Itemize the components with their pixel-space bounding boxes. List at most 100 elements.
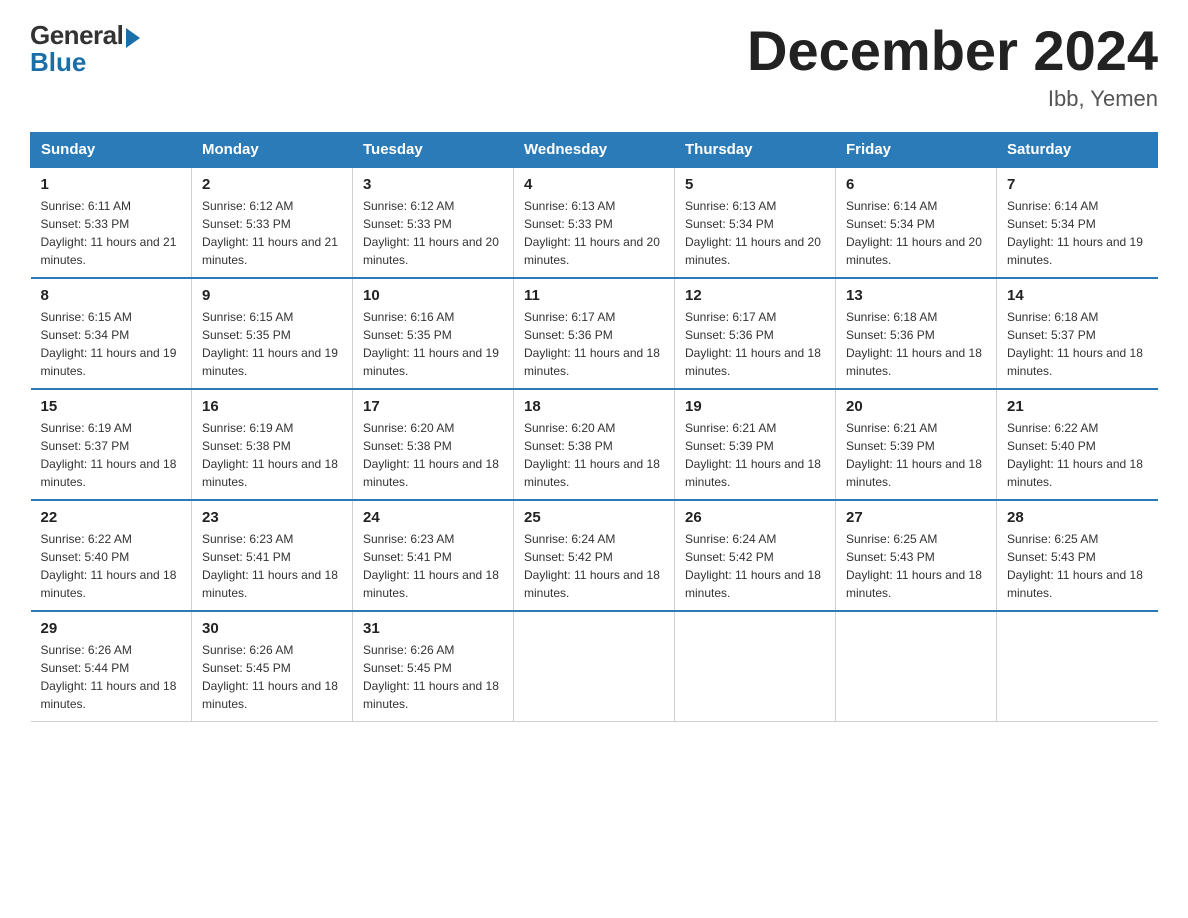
col-header-tuesday: Tuesday [353,132,514,167]
day-info: Sunrise: 6:24 AMSunset: 5:42 PMDaylight:… [685,532,821,600]
day-info: Sunrise: 6:19 AMSunset: 5:37 PMDaylight:… [41,421,177,489]
page-header: General Blue December 2024 Ibb, Yemen [30,20,1158,112]
day-info: Sunrise: 6:11 AMSunset: 5:33 PMDaylight:… [41,199,177,267]
day-number: 30 [202,620,342,637]
calendar-cell: 26 Sunrise: 6:24 AMSunset: 5:42 PMDaylig… [675,500,836,611]
calendar-cell [675,611,836,722]
day-number: 5 [685,176,825,193]
day-number: 7 [1007,176,1148,193]
calendar-subtitle: Ibb, Yemen [747,86,1158,112]
calendar-cell: 22 Sunrise: 6:22 AMSunset: 5:40 PMDaylig… [31,500,192,611]
day-info: Sunrise: 6:15 AMSunset: 5:34 PMDaylight:… [41,310,177,378]
day-number: 4 [524,176,664,193]
day-number: 31 [363,620,503,637]
day-info: Sunrise: 6:12 AMSunset: 5:33 PMDaylight:… [202,199,338,267]
day-info: Sunrise: 6:12 AMSunset: 5:33 PMDaylight:… [363,199,499,267]
day-number: 13 [846,287,986,304]
day-info: Sunrise: 6:19 AMSunset: 5:38 PMDaylight:… [202,421,338,489]
logo-blue-text: Blue [30,47,86,78]
col-header-sunday: Sunday [31,132,192,167]
calendar-cell [997,611,1158,722]
day-info: Sunrise: 6:22 AMSunset: 5:40 PMDaylight:… [1007,421,1143,489]
day-info: Sunrise: 6:25 AMSunset: 5:43 PMDaylight:… [1007,532,1143,600]
calendar-cell: 20 Sunrise: 6:21 AMSunset: 5:39 PMDaylig… [836,389,997,500]
calendar-cell: 23 Sunrise: 6:23 AMSunset: 5:41 PMDaylig… [192,500,353,611]
day-info: Sunrise: 6:21 AMSunset: 5:39 PMDaylight:… [685,421,821,489]
calendar-cell: 14 Sunrise: 6:18 AMSunset: 5:37 PMDaylig… [997,278,1158,389]
day-number: 17 [363,398,503,415]
day-info: Sunrise: 6:23 AMSunset: 5:41 PMDaylight:… [202,532,338,600]
day-info: Sunrise: 6:24 AMSunset: 5:42 PMDaylight:… [524,532,660,600]
calendar-cell: 13 Sunrise: 6:18 AMSunset: 5:36 PMDaylig… [836,278,997,389]
calendar-cell: 9 Sunrise: 6:15 AMSunset: 5:35 PMDayligh… [192,278,353,389]
logo: General Blue [30,20,140,78]
day-number: 18 [524,398,664,415]
calendar-cell: 19 Sunrise: 6:21 AMSunset: 5:39 PMDaylig… [675,389,836,500]
logo-arrow-icon [126,28,140,48]
calendar-cell [836,611,997,722]
calendar-cell: 2 Sunrise: 6:12 AMSunset: 5:33 PMDayligh… [192,167,353,278]
day-info: Sunrise: 6:18 AMSunset: 5:36 PMDaylight:… [846,310,982,378]
day-info: Sunrise: 6:17 AMSunset: 5:36 PMDaylight:… [685,310,821,378]
day-number: 25 [524,509,664,526]
day-number: 23 [202,509,342,526]
calendar-cell: 31 Sunrise: 6:26 AMSunset: 5:45 PMDaylig… [353,611,514,722]
calendar-cell: 16 Sunrise: 6:19 AMSunset: 5:38 PMDaylig… [192,389,353,500]
title-block: December 2024 Ibb, Yemen [747,20,1158,112]
col-header-monday: Monday [192,132,353,167]
calendar-cell: 10 Sunrise: 6:16 AMSunset: 5:35 PMDaylig… [353,278,514,389]
day-number: 22 [41,509,182,526]
day-number: 1 [41,176,182,193]
day-number: 10 [363,287,503,304]
calendar-cell: 3 Sunrise: 6:12 AMSunset: 5:33 PMDayligh… [353,167,514,278]
day-info: Sunrise: 6:13 AMSunset: 5:33 PMDaylight:… [524,199,660,267]
calendar-cell: 17 Sunrise: 6:20 AMSunset: 5:38 PMDaylig… [353,389,514,500]
day-info: Sunrise: 6:20 AMSunset: 5:38 PMDaylight:… [524,421,660,489]
calendar-cell: 1 Sunrise: 6:11 AMSunset: 5:33 PMDayligh… [31,167,192,278]
day-number: 21 [1007,398,1148,415]
day-info: Sunrise: 6:26 AMSunset: 5:45 PMDaylight:… [363,643,499,711]
calendar-cell: 21 Sunrise: 6:22 AMSunset: 5:40 PMDaylig… [997,389,1158,500]
calendar-cell: 5 Sunrise: 6:13 AMSunset: 5:34 PMDayligh… [675,167,836,278]
calendar-cell: 29 Sunrise: 6:26 AMSunset: 5:44 PMDaylig… [31,611,192,722]
day-number: 27 [846,509,986,526]
day-number: 24 [363,509,503,526]
day-info: Sunrise: 6:14 AMSunset: 5:34 PMDaylight:… [846,199,982,267]
day-info: Sunrise: 6:20 AMSunset: 5:38 PMDaylight:… [363,421,499,489]
col-header-wednesday: Wednesday [514,132,675,167]
day-info: Sunrise: 6:22 AMSunset: 5:40 PMDaylight:… [41,532,177,600]
day-number: 20 [846,398,986,415]
day-number: 9 [202,287,342,304]
day-info: Sunrise: 6:21 AMSunset: 5:39 PMDaylight:… [846,421,982,489]
calendar-cell: 4 Sunrise: 6:13 AMSunset: 5:33 PMDayligh… [514,167,675,278]
day-info: Sunrise: 6:23 AMSunset: 5:41 PMDaylight:… [363,532,499,600]
calendar-cell: 7 Sunrise: 6:14 AMSunset: 5:34 PMDayligh… [997,167,1158,278]
calendar-cell: 11 Sunrise: 6:17 AMSunset: 5:36 PMDaylig… [514,278,675,389]
day-number: 6 [846,176,986,193]
day-info: Sunrise: 6:16 AMSunset: 5:35 PMDaylight:… [363,310,499,378]
calendar-cell: 24 Sunrise: 6:23 AMSunset: 5:41 PMDaylig… [353,500,514,611]
day-info: Sunrise: 6:14 AMSunset: 5:34 PMDaylight:… [1007,199,1143,267]
calendar-cell [514,611,675,722]
day-info: Sunrise: 6:25 AMSunset: 5:43 PMDaylight:… [846,532,982,600]
calendar-cell: 8 Sunrise: 6:15 AMSunset: 5:34 PMDayligh… [31,278,192,389]
calendar-cell: 28 Sunrise: 6:25 AMSunset: 5:43 PMDaylig… [997,500,1158,611]
col-header-thursday: Thursday [675,132,836,167]
calendar-title: December 2024 [747,20,1158,82]
day-number: 3 [363,176,503,193]
calendar-cell: 30 Sunrise: 6:26 AMSunset: 5:45 PMDaylig… [192,611,353,722]
day-info: Sunrise: 6:17 AMSunset: 5:36 PMDaylight:… [524,310,660,378]
day-number: 14 [1007,287,1148,304]
day-info: Sunrise: 6:15 AMSunset: 5:35 PMDaylight:… [202,310,338,378]
day-info: Sunrise: 6:13 AMSunset: 5:34 PMDaylight:… [685,199,821,267]
calendar-cell: 25 Sunrise: 6:24 AMSunset: 5:42 PMDaylig… [514,500,675,611]
day-info: Sunrise: 6:18 AMSunset: 5:37 PMDaylight:… [1007,310,1143,378]
day-number: 19 [685,398,825,415]
day-info: Sunrise: 6:26 AMSunset: 5:44 PMDaylight:… [41,643,177,711]
day-number: 28 [1007,509,1148,526]
calendar-cell: 27 Sunrise: 6:25 AMSunset: 5:43 PMDaylig… [836,500,997,611]
day-number: 26 [685,509,825,526]
day-info: Sunrise: 6:26 AMSunset: 5:45 PMDaylight:… [202,643,338,711]
calendar-cell: 12 Sunrise: 6:17 AMSunset: 5:36 PMDaylig… [675,278,836,389]
day-number: 2 [202,176,342,193]
